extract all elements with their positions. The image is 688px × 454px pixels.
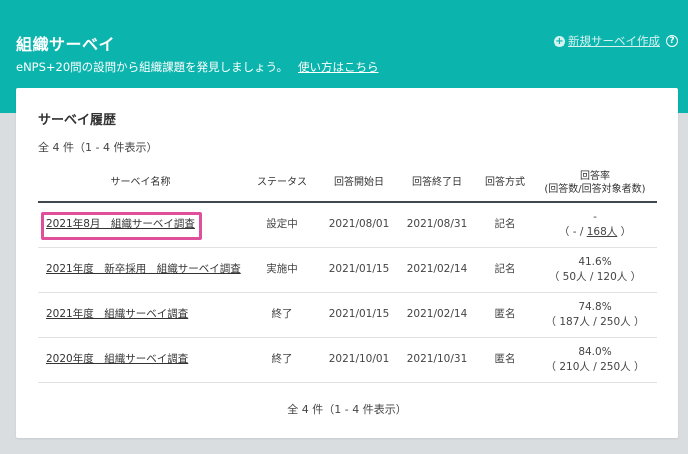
start-date-cell: 2021/10/01 [328, 353, 390, 365]
rate-value: 74.8% [578, 300, 612, 313]
start-date-cell: 2021/01/15 [328, 263, 390, 275]
table-row: 2021年度 新卒採用 組織サーベイ調査 実施中 2021/01/15 2021… [38, 247, 657, 292]
survey-name-link[interactable]: 2021年度 組織サーベイ調査 [46, 308, 188, 320]
page-subtitle: eNPS+20問の設問から組織課題を発見しましょう。 使い方はこちら [16, 59, 379, 75]
survey-history-card: サーベイ履歴 全 4 件（1 - 4 件表示） サーベイ名称 ステータス 回答開… [16, 88, 678, 438]
new-survey-area: + 新規サーベイ作成 ? [554, 33, 678, 49]
new-survey-label: 新規サーベイ作成 [568, 34, 660, 48]
card-title: サーベイ履歴 [38, 113, 117, 128]
rate-counts: （ - / 168人 ） [533, 225, 657, 240]
start-date-cell: 2021/01/15 [328, 308, 390, 320]
header-status: ステータス [257, 177, 307, 188]
howto-link[interactable]: 使い方はこちら [298, 60, 379, 74]
method-cell: 記名 [494, 218, 516, 231]
result-count-bottom: 全 4 件（1 - 4 件表示） [287, 403, 407, 416]
rate-counts: （ 50人 / 120人 ） [548, 270, 642, 283]
method-cell: 記名 [494, 263, 516, 275]
rate-cell: 41.6% （ 50人 / 120人 ） [533, 247, 657, 292]
survey-name-link[interactable]: 2021年度 新卒採用 組織サーベイ調査 [46, 263, 241, 275]
start-date-cell: 2021/08/01 [328, 218, 390, 231]
rate-cell: - （ - / 168人 ） [533, 202, 657, 247]
rate-value: - [593, 210, 597, 223]
header-end-date: 回答終了日 [412, 177, 462, 188]
table-row: 2020年度 組織サーベイ調査 終了 2021/10/01 2021/10/31… [38, 337, 657, 382]
header-start-date: 回答開始日 [334, 177, 384, 188]
header-rate: 回答率 (回答数/回答対象者数) [533, 164, 657, 202]
rate-cell: 84.0% （ 210人 / 250人 ） [533, 337, 657, 382]
status-cell: 設定中 [266, 218, 298, 231]
rate-value: 84.0% [578, 345, 612, 358]
rate-counts: （ 210人 / 250人 ） [545, 360, 645, 373]
status-cell: 終了 [271, 353, 293, 365]
status-cell: 実施中 [266, 263, 298, 275]
end-date-cell: 2021/02/14 [406, 308, 468, 320]
rate-count-prefix: （ - / [558, 225, 587, 238]
method-cell: 匿名 [494, 308, 516, 320]
header-rate-label: 回答率 [580, 170, 610, 182]
header-name: サーベイ名称 [110, 177, 171, 188]
header-rate-sub: (回答数/回答対象者数) [544, 183, 646, 195]
result-count-top: 全 4 件（1 - 4 件表示） [38, 141, 158, 154]
help-icon[interactable]: ? [666, 35, 678, 47]
table-row: 2021年8月 組織サーベイ調査 設定中 2021/08/01 2021/08/… [38, 202, 657, 247]
survey-name-link[interactable]: 2021年8月 組織サーベイ調査 [46, 218, 195, 230]
table-header-row: サーベイ名称 ステータス 回答開始日 回答終了日 回答方式 回答率 (回答数/回答… [38, 164, 657, 202]
rate-cell: 74.8% （ 187人 / 250人 ） [533, 292, 657, 337]
survey-table: サーベイ名称 ステータス 回答開始日 回答終了日 回答方式 回答率 (回答数/回答… [38, 164, 657, 383]
plus-circle-icon: + [554, 35, 565, 47]
new-survey-button[interactable]: + 新規サーベイ作成 [554, 33, 660, 49]
end-date-cell: 2021/10/31 [406, 353, 468, 365]
target-count-link[interactable]: 168人 [587, 226, 618, 238]
subtitle-text: eNPS+20問の設問から組織課題を発見しましょう。 [16, 60, 288, 74]
survey-name-link[interactable]: 2020年度 組織サーベイ調査 [46, 353, 188, 365]
table-row: 2021年度 組織サーベイ調査 終了 2021/01/15 2021/02/14… [38, 292, 657, 337]
rate-counts: （ 187人 / 250人 ） [545, 315, 645, 328]
rate-value: 41.6% [578, 255, 612, 268]
end-date-cell: 2021/08/31 [406, 218, 468, 231]
header-method: 回答方式 [485, 177, 525, 188]
page-title: 組織サーベイ [16, 35, 116, 54]
method-cell: 匿名 [494, 353, 516, 365]
status-cell: 終了 [271, 308, 293, 320]
end-date-cell: 2021/02/14 [406, 263, 468, 275]
rate-count-suffix: ） [617, 225, 632, 238]
